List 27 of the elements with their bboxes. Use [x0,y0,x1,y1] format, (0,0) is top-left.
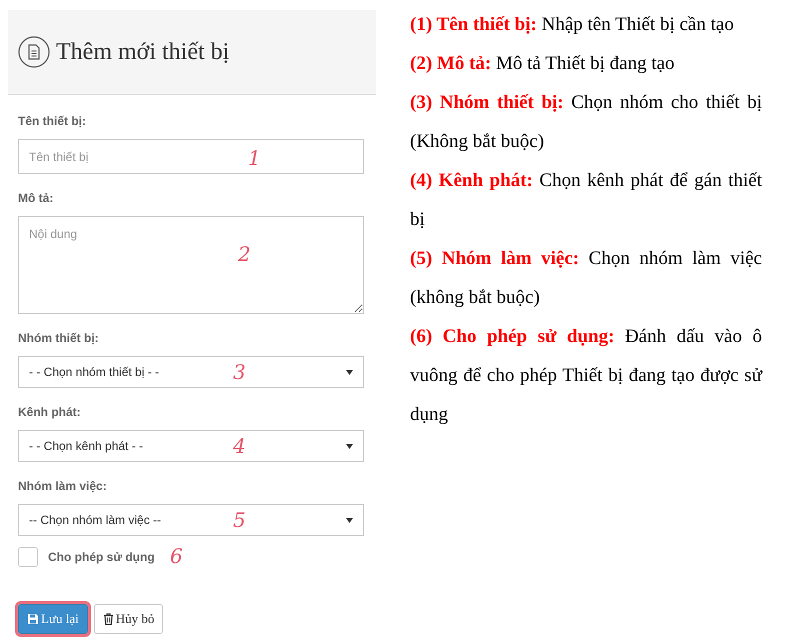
annotation-number: 3 [233,362,246,382]
note-paragraph: (1) Tên thiết bị: Nhập tên Thiết bị cần tạo [410,13,735,37]
field-label: Tên thiết bị: [18,113,87,130]
note-paragraph: (3) Nhóm thiết bị: Chọn nhóm cho thiết bị (Không bắt buộc) [410,91,762,154]
annotation-number: 4 [233,436,246,456]
note-paragraph: (5) Nhóm làm việc: Chọn nhóm làm việc (không bắt buộc) [410,247,762,310]
field-label: Mô tả: [18,190,54,207]
caret-icon [346,444,353,448]
annotation-number: 1 [248,148,261,168]
annotation-number: 6 [170,546,183,566]
field-label: Nhóm làm việc: [18,478,108,495]
trash-icon [102,613,114,625]
note-paragraph: (2) Mô tả: Mô tả Thiết bị đang tạo [410,52,676,76]
document-icon [18,36,50,68]
field-label: Kênh phát: [18,404,82,421]
annotation-number: 2 [238,244,251,264]
panel-title: Thêm mới thiết bị [56,38,230,67]
checkbox-label: Cho phép sử dụng [48,549,155,566]
note-paragraph: (4) Kênh phát: Chọn kênh phát để gán thiết bị [410,169,762,232]
field-label: Nhóm thiết bị: [18,330,100,347]
caret-icon [346,370,353,374]
cancel-button[interactable]: Hủy bỏ [94,604,164,634]
checkbox[interactable] [18,547,38,567]
note-paragraph: (6) Cho phép sử dụng: Đánh dấu vào ô vuông để cho phép Thiết bị đang tạo được sử dụng [410,325,762,427]
annotation-number: 5 [233,510,246,530]
caret-icon [346,518,353,522]
save-button[interactable]: Lưu lại [18,604,88,634]
